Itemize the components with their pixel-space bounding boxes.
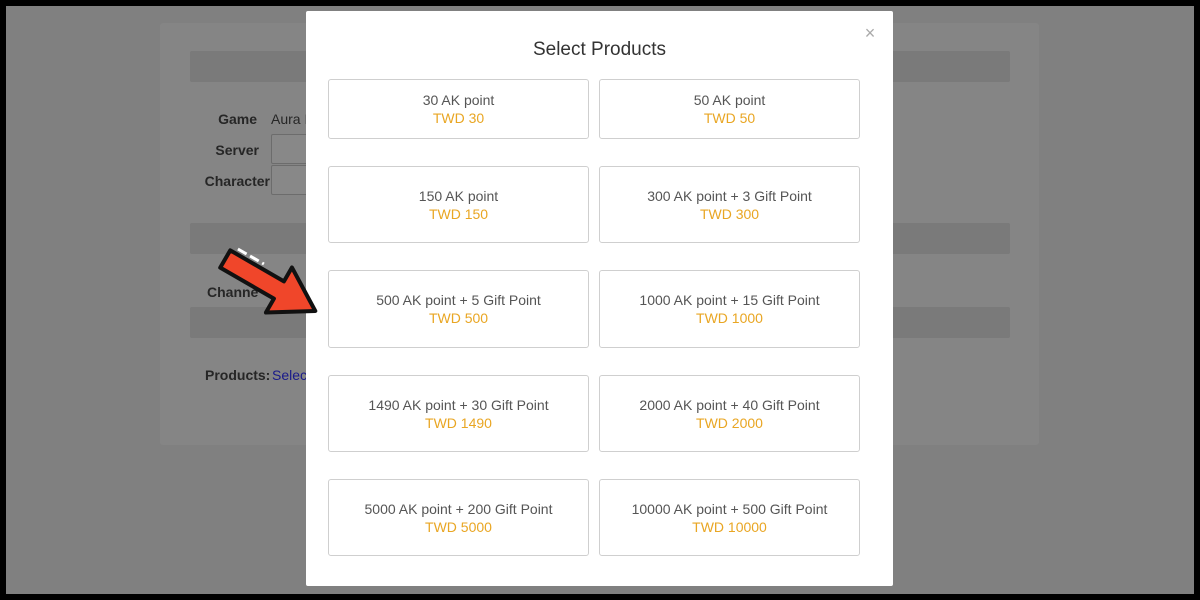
game-label: Game (218, 111, 257, 127)
product-name: 10000 AK point + 500 Gift Point (631, 500, 828, 517)
products-label: Products: (205, 367, 271, 383)
product-price: TWD 50 (703, 110, 756, 126)
product-name: 150 AK point (418, 187, 499, 204)
select-products-link[interactable]: Selec (272, 367, 307, 383)
product-price: TWD 500 (428, 310, 489, 326)
character-input[interactable] (271, 165, 311, 195)
product-price: TWD 300 (699, 205, 760, 222)
product-option[interactable]: 50 AK point TWD 50 (599, 79, 860, 139)
product-option[interactable]: 300 AK point + 3 Gift Point TWD 300 (599, 166, 860, 243)
server-select[interactable] (271, 134, 311, 164)
product-price: TWD 30 (432, 110, 485, 126)
product-name: 5000 AK point + 200 Gift Point (364, 500, 553, 517)
product-price: TWD 1490 (425, 414, 492, 431)
close-icon[interactable]: × (861, 24, 879, 42)
product-price: TWD 1000 (696, 310, 763, 326)
product-price: TWD 5000 (425, 518, 492, 535)
product-option[interactable]: 150 AK point TWD 150 (328, 166, 589, 243)
product-name: 30 AK point (422, 92, 495, 108)
product-price: TWD 150 (428, 205, 489, 222)
server-label: Server (215, 142, 259, 158)
product-name: 1490 AK point + 30 Gift Point (368, 396, 549, 413)
product-name: 500 AK point + 5 Gift Point (376, 292, 541, 308)
product-option[interactable]: 1000 AK point + 15 Gift Point TWD 1000 (599, 270, 860, 348)
product-name: 2000 AK point + 40 Gift Point (639, 396, 820, 413)
product-name: 1000 AK point + 15 Gift Point (639, 292, 820, 308)
product-name: 50 AK point (693, 92, 766, 108)
modal-title: Select Products (532, 39, 667, 60)
product-option[interactable]: 10000 AK point + 500 Gift Point TWD 1000… (599, 479, 860, 556)
product-option[interactable]: 5000 AK point + 200 Gift Point TWD 5000 (328, 479, 589, 556)
product-price: TWD 2000 (696, 414, 763, 431)
product-price: TWD 10000 (692, 518, 767, 535)
game-value: Aura I (271, 111, 309, 127)
select-products-modal: Select Products × 30 AK point TWD 30 50 … (306, 11, 893, 586)
character-label: Character (204, 173, 270, 189)
product-option[interactable]: 30 AK point TWD 30 (328, 79, 589, 139)
product-option[interactable]: 1490 AK point + 30 Gift Point TWD 1490 (328, 375, 589, 452)
pointer-arrow-icon (218, 247, 318, 315)
product-option-highlighted[interactable]: 500 AK point + 5 Gift Point TWD 500 (328, 270, 589, 348)
product-option[interactable]: 2000 AK point + 40 Gift Point TWD 2000 (599, 375, 860, 452)
product-name: 300 AK point + 3 Gift Point (647, 187, 812, 204)
